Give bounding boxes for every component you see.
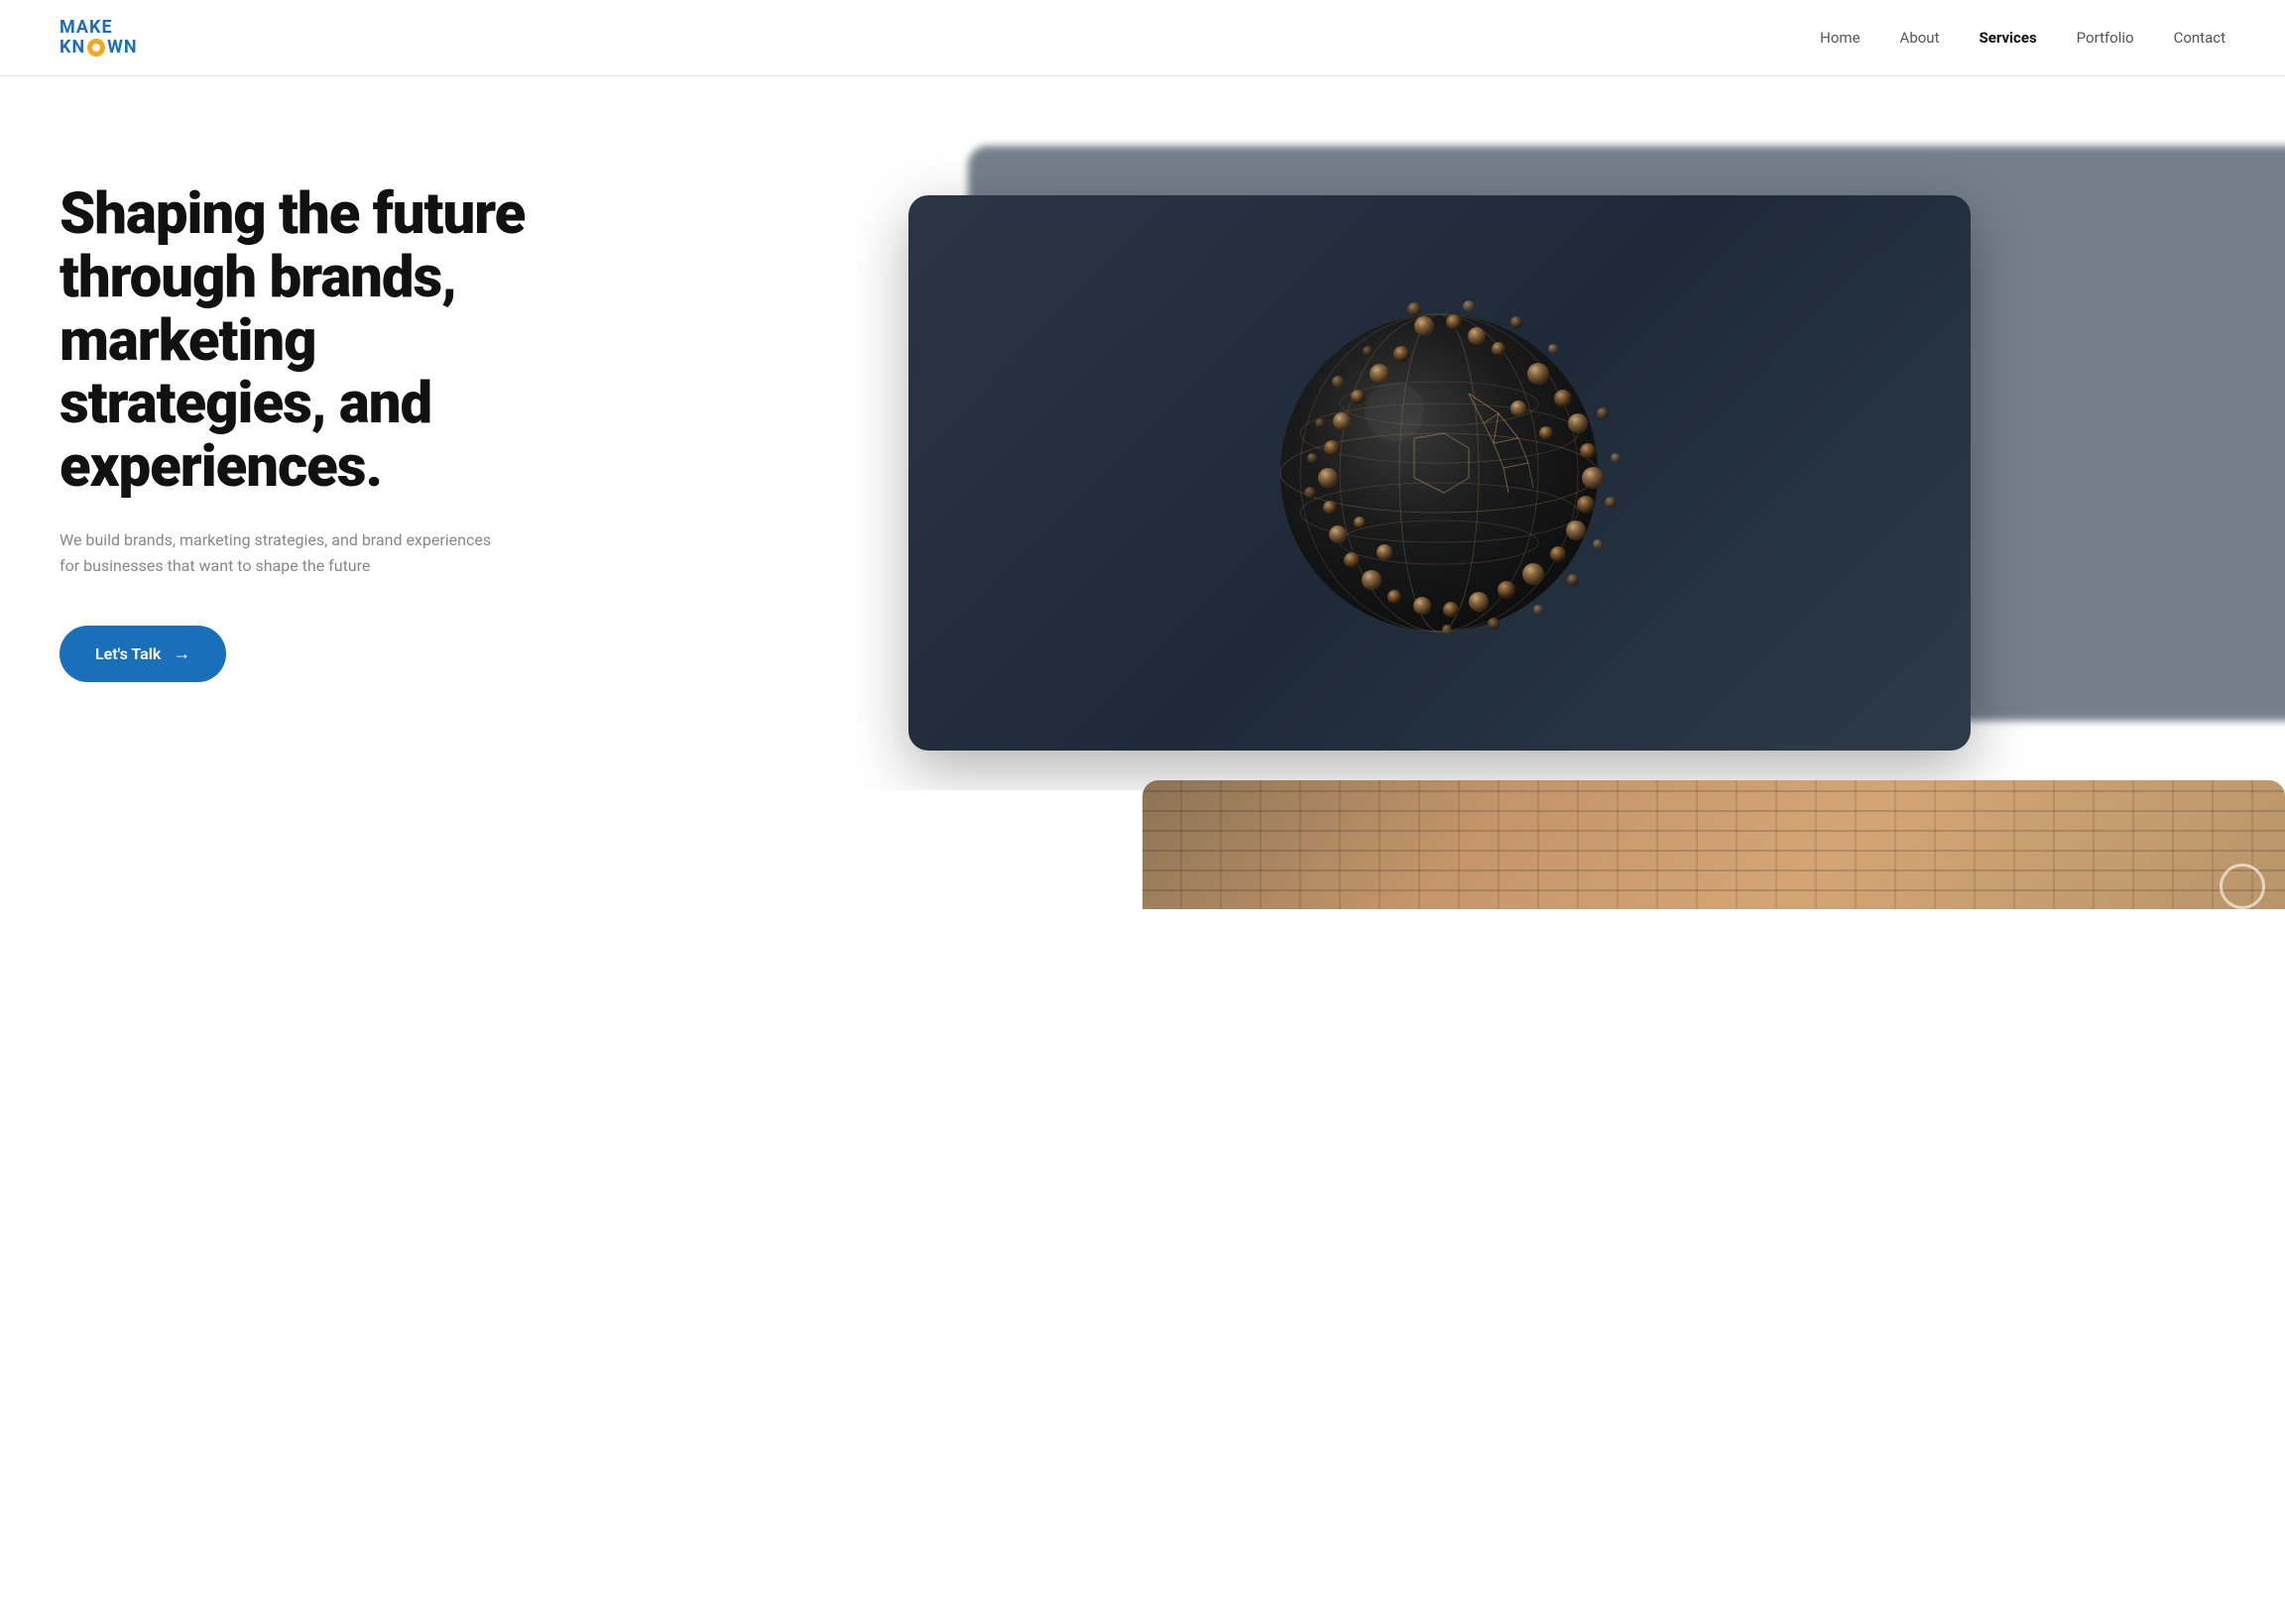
logo-known: KN WN xyxy=(60,38,138,58)
cta-label: Let's Talk xyxy=(95,644,161,663)
logo[interactable]: MAKE KN WN xyxy=(60,18,138,58)
nav-home[interactable]: Home xyxy=(1820,29,1860,47)
nav-contact[interactable]: Contact xyxy=(2174,29,2225,47)
bottom-image xyxy=(1142,780,2285,909)
logo-icon xyxy=(87,39,105,57)
cta-arrow-icon: → xyxy=(173,643,190,664)
brick-texture xyxy=(1142,780,2285,909)
nav-portfolio[interactable]: Portfolio xyxy=(2077,29,2134,47)
hero-title: Shaping the future through brands, marke… xyxy=(60,183,595,500)
bottom-left xyxy=(0,790,1142,909)
hero-content: Shaping the future through brands, marke… xyxy=(60,183,635,682)
sphere-visualization xyxy=(1231,265,1647,681)
cta-button[interactable]: Let's Talk → xyxy=(60,626,226,682)
nav-services[interactable]: Services xyxy=(1980,29,2037,47)
nav-about[interactable]: About xyxy=(1900,29,1940,47)
hero-section: Shaping the future through brands, marke… xyxy=(0,76,2285,790)
hero-image-area xyxy=(908,116,2285,751)
logo-make: MAKE xyxy=(60,18,138,38)
bottom-section xyxy=(0,790,2285,909)
site-header: MAKE KN WN Home About Services Portfolio… xyxy=(0,0,2285,76)
hero-subtitle: We build brands, marketing strategies, a… xyxy=(60,527,496,578)
main-card xyxy=(908,195,1971,751)
main-nav: Home About Services Portfolio Contact xyxy=(1820,29,2225,47)
